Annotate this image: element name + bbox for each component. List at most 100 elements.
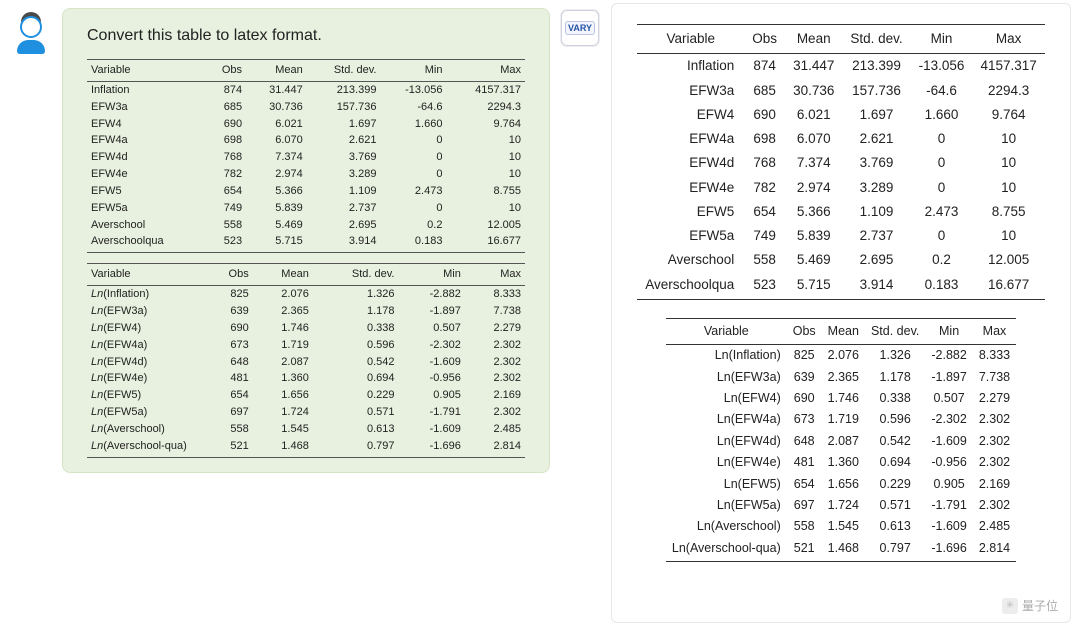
col-obs: Obs: [787, 318, 822, 344]
col-sd: Std. dev.: [313, 264, 399, 286]
cell-sd: 2.737: [307, 200, 381, 217]
cell-mean: 6.070: [246, 132, 307, 149]
cell-mean: 5.469: [246, 217, 307, 234]
cell-obs: 521: [205, 438, 253, 457]
col-mean: Mean: [822, 318, 865, 344]
cell-obs: 673: [787, 409, 822, 430]
cell-max: 2.302: [465, 370, 525, 387]
col-max: Max: [972, 25, 1044, 54]
cell-min: 0: [380, 166, 446, 183]
cell-obs: 481: [205, 370, 253, 387]
cell-v: Ln(EFW5): [666, 474, 787, 495]
cell-obs: 768: [744, 151, 785, 175]
cell-max: 10: [446, 149, 525, 166]
cell-min: 1.660: [911, 103, 973, 127]
cell-max: 4157.317: [446, 81, 525, 98]
cell-sd: 0.338: [313, 320, 399, 337]
cell-max: 2.485: [465, 421, 525, 438]
cell-max: 12.005: [446, 217, 525, 234]
cell-max: 10: [446, 200, 525, 217]
cell-min: -1.897: [398, 303, 464, 320]
table-row: Averschoolqua5235.7153.9140.18316.677: [87, 233, 525, 252]
cell-min: -1.609: [925, 516, 972, 537]
cell-v: Ln(Averschool): [666, 516, 787, 537]
cell-v: Ln(EFW4a): [87, 337, 205, 354]
cell-sd: 0.571: [313, 404, 399, 421]
cell-max: 16.677: [972, 273, 1044, 300]
cell-mean: 7.374: [246, 149, 307, 166]
cell-max: 2.169: [465, 387, 525, 404]
cell-min: -1.609: [398, 421, 464, 438]
cell-mean: 1.746: [253, 320, 313, 337]
cell-v: EFW5: [637, 200, 744, 224]
cell-max: 10: [446, 166, 525, 183]
cell-obs: 673: [205, 337, 253, 354]
col-min: Min: [380, 60, 446, 82]
cell-sd: 3.769: [842, 151, 910, 175]
cell-sd: 0.229: [313, 387, 399, 404]
cell-min: -1.897: [925, 367, 972, 388]
cell-v: Ln(EFW5a): [666, 495, 787, 516]
cell-min: -0.956: [925, 452, 972, 473]
cell-sd: 1.109: [307, 183, 381, 200]
cell-obs: 782: [744, 176, 785, 200]
cell-obs: 825: [787, 345, 822, 367]
cell-min: -13.056: [911, 54, 973, 79]
cell-obs: 648: [205, 354, 253, 371]
cell-min: 0: [380, 200, 446, 217]
cell-max: 7.738: [465, 303, 525, 320]
table-row: EFW4a6986.0702.621010: [637, 127, 1045, 151]
col-obs: Obs: [744, 25, 785, 54]
table-row: EFW46906.0211.6971.6609.764: [87, 116, 525, 133]
cell-min: 0: [380, 132, 446, 149]
cell-max: 8.755: [446, 183, 525, 200]
cell-obs: 874: [744, 54, 785, 79]
col-sd: Std. dev.: [865, 318, 925, 344]
cell-obs: 698: [744, 127, 785, 151]
cell-obs: 749: [744, 224, 785, 248]
cell-v: Ln(EFW4): [87, 320, 205, 337]
cell-mean: 2.087: [253, 354, 313, 371]
output-table-b: Variable Obs Mean Std. dev. Min Max Ln(I…: [666, 318, 1016, 562]
cell-sd: 157.736: [307, 99, 381, 116]
cell-mean: 1.468: [253, 438, 313, 457]
cell-obs: 749: [205, 200, 246, 217]
cell-obs: 697: [787, 495, 822, 516]
cell-sd: 1.326: [313, 286, 399, 303]
table-row: Inflation87431.447213.399-13.0564157.317: [637, 54, 1045, 79]
cell-v: EFW4e: [87, 166, 205, 183]
cell-sd: 0.613: [865, 516, 925, 537]
cell-v: EFW4: [637, 103, 744, 127]
cell-v: Ln(Inflation): [666, 345, 787, 367]
cell-obs: 697: [205, 404, 253, 421]
table-row: Ln(Averschool-qua)5211.4680.797-1.6962.8…: [87, 438, 525, 457]
cell-obs: 825: [205, 286, 253, 303]
source-table-b-body: Ln(Inflation)8252.0761.326-2.8828.333Ln(…: [87, 286, 525, 457]
table-row: Ln(EFW4e)4811.3600.694-0.9562.302: [666, 452, 1016, 473]
cell-mean: 1.719: [822, 409, 865, 430]
cell-mean: 2.076: [822, 345, 865, 367]
cell-mean: 5.366: [785, 200, 842, 224]
cell-mean: 2.365: [253, 303, 313, 320]
cell-v: Averschoolqua: [87, 233, 205, 252]
cell-min: 2.473: [911, 200, 973, 224]
col-mean: Mean: [253, 264, 313, 286]
cell-max: 2.814: [465, 438, 525, 457]
table-row: EFW4e7822.9743.289010: [87, 166, 525, 183]
cell-max: 2.302: [465, 404, 525, 421]
cell-max: 10: [972, 151, 1044, 175]
cell-sd: 0.797: [313, 438, 399, 457]
cell-max: 2.169: [973, 474, 1016, 495]
cell-sd: 0.596: [865, 409, 925, 430]
table-row: Averschool5585.4692.6950.212.005: [87, 217, 525, 234]
cell-mean: 30.736: [246, 99, 307, 116]
cell-min: 0.183: [380, 233, 446, 252]
watermark: ✳ 量子位: [1002, 597, 1058, 614]
cell-obs: 558: [744, 248, 785, 272]
cell-min: 0: [911, 151, 973, 175]
cell-min: -2.882: [925, 345, 972, 367]
cell-obs: 558: [787, 516, 822, 537]
header-row: Variable Obs Mean Std. dev. Min Max: [87, 264, 525, 286]
table-row: EFW56545.3661.1092.4738.755: [87, 183, 525, 200]
cell-sd: 1.178: [865, 367, 925, 388]
